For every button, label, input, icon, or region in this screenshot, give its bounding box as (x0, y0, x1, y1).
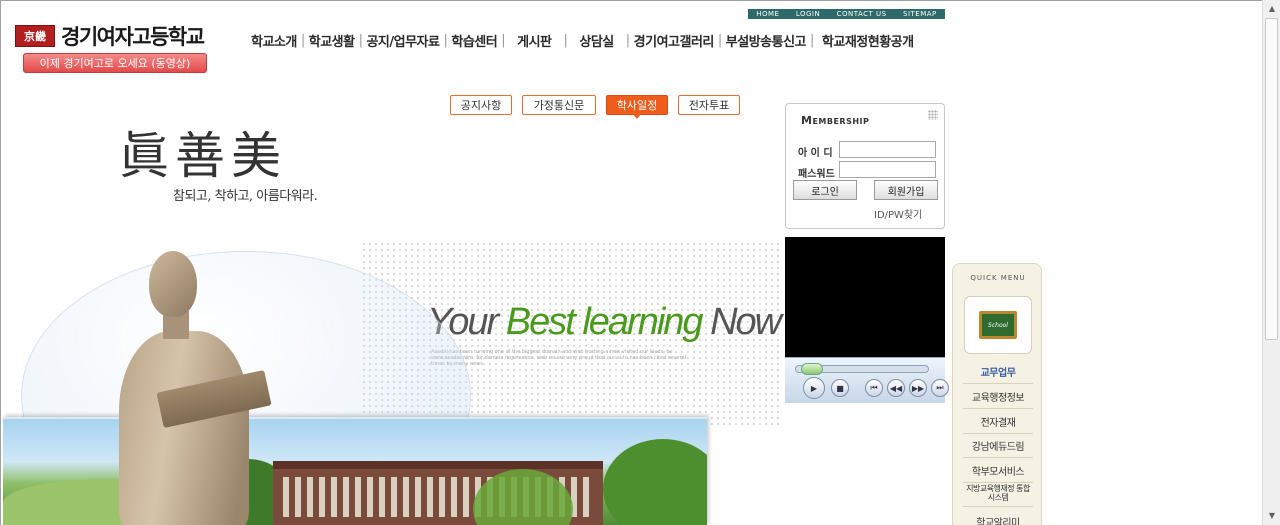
login-button[interactable]: 로그인 (793, 180, 857, 200)
school-logo[interactable]: 京畿 경기여자고등학교 (15, 21, 205, 51)
vertical-scrollbar[interactable]: ▲ ▼ (1262, 0, 1280, 525)
promo-video-button[interactable]: 이제 경기여고로 오세요 (동영상) (23, 53, 207, 73)
logo-mark-icon: 京畿 (15, 25, 55, 47)
tab-e-voting[interactable]: 전자투표 (678, 95, 740, 115)
slogan-best-learning: Best learning (505, 301, 704, 343)
school-name: 경기여자고등학교 (61, 25, 205, 49)
quick-item-school-info[interactable]: 학교알리미 (963, 514, 1033, 525)
statue-body (119, 331, 249, 525)
nav-separator: | (501, 33, 506, 48)
campus-photo (3, 417, 707, 525)
utility-sitemap-link[interactable]: SITEMAP (903, 10, 937, 18)
nav-separator: | (810, 33, 814, 48)
nav-item-notices[interactable]: 공지/업무자료 (366, 31, 440, 50)
quick-item-e-approval[interactable]: 전자결재 (963, 414, 1033, 434)
utility-bar: HOME LOGIN CONTACT US SITEMAP (748, 9, 945, 19)
nav-item-board[interactable]: 게시판 (517, 31, 552, 50)
statue-head (149, 251, 197, 317)
player-controls: ▶ ■ ⏮ ◀◀ ▶▶ ⏭ (785, 357, 949, 403)
nav-item-school-life[interactable]: 학교생활 (309, 31, 355, 50)
find-id-pw-link[interactable]: ID/PW찾기 (874, 206, 922, 221)
nav-item-learning-center[interactable]: 학습센터 (451, 31, 497, 50)
nav-item-about[interactable]: 학교소개 (251, 31, 297, 50)
nav-item-finance[interactable]: 학교재정현황공개 (822, 31, 914, 50)
rewind-icon[interactable]: ◀◀ (887, 379, 905, 397)
nav-separator: | (443, 33, 448, 48)
utility-login-link[interactable]: LOGIN (796, 10, 820, 18)
nav-item-gallery[interactable]: 경기여고갤러리 (634, 31, 715, 50)
stop-icon[interactable]: ■ (831, 379, 849, 397)
quick-item-academic-affairs[interactable]: 교무업무 (963, 364, 1033, 384)
password-input[interactable] (839, 161, 936, 178)
scroll-thumb[interactable] (1265, 18, 1278, 340)
hero-slogan: Your Best learning Now (427, 301, 782, 344)
scroll-up-icon[interactable]: ▲ (1264, 0, 1280, 17)
skip-back-icon[interactable]: ⏮ (865, 379, 883, 397)
nav-item-broadcast-school[interactable]: 부설방송통신고 (726, 31, 807, 50)
membership-box: Membership 아 이 디 패스워드 로그인 회원가입 ID/PW찾기 (785, 103, 945, 229)
skip-forward-icon[interactable]: ⏭ (931, 379, 949, 397)
quick-item-neis[interactable]: 교육행정정보 (963, 389, 1033, 409)
quick-item-finance-system[interactable]: 지방교육행재정 통합시스템 (963, 484, 1033, 507)
video-screen[interactable] (785, 237, 945, 357)
nav-separator: | (563, 33, 568, 48)
browser-viewport: 京畿 경기여자고등학교 이제 경기여고로 오세요 (동영상) HOME LOGI… (0, 0, 1262, 525)
board-tabs: 공지사항 가정통신문 학사일정 전자투표 (450, 95, 750, 119)
slogan-now: Now (701, 301, 782, 343)
tab-notices[interactable]: 공지사항 (450, 95, 512, 115)
tree-graphic (603, 439, 707, 525)
media-player: ▶ ■ ⏮ ◀◀ ▶▶ ⏭ (785, 237, 949, 403)
nav-item-counseling[interactable]: 상담실 (579, 31, 614, 50)
utility-contact-link[interactable]: CONTACT US (837, 10, 887, 18)
quick-menu-banner[interactable]: School (964, 296, 1032, 354)
school-motto-hanja: 眞善美 (119, 127, 287, 185)
id-input[interactable] (839, 141, 936, 158)
quick-item-gangnam-edu[interactable]: 강남에듀드림 (963, 438, 1033, 458)
utility-home-link[interactable]: HOME (756, 10, 779, 18)
play-icon[interactable]: ▶ (803, 377, 825, 399)
tab-academic-calendar[interactable]: 학사일정 (606, 95, 668, 119)
quick-menu-title: QUICK MENU (970, 274, 1026, 282)
tab-newsletters[interactable]: 가정통신문 (522, 95, 596, 115)
grip-dots-icon (928, 110, 938, 120)
quick-item-parent-service[interactable]: 학부모서비스 (963, 463, 1033, 483)
membership-title: Membership (801, 114, 870, 127)
nav-separator: | (358, 33, 363, 48)
quick-menu: QUICK MENU School 교무업무 교육행정정보 전자결재 강남에듀드… (952, 263, 1042, 525)
fast-forward-icon[interactable]: ▶▶ (909, 379, 927, 397)
nav-separator: | (300, 33, 305, 48)
seek-knob[interactable] (800, 363, 823, 375)
chalkboard-icon: School (979, 311, 1017, 339)
main-navigation: 학교소개 | 학교생활 | 공지/업무자료 | 학습센터 | 게시판 | 상담실 | 경기여… (251, 31, 914, 50)
scroll-down-icon[interactable]: ▼ (1264, 507, 1280, 524)
password-label: 패스워드 (798, 169, 835, 180)
statue-graphic (119, 251, 272, 525)
nav-separator: | (717, 33, 722, 48)
join-button[interactable]: 회원가입 (874, 180, 938, 200)
nav-separator: | (625, 33, 630, 48)
hero-small-text: Asadal has been running one of the bigge… (431, 349, 687, 367)
id-label: 아 이 디 (798, 148, 833, 159)
school-motto-text: 참되고, 착하고, 아름다워라. (173, 189, 318, 204)
